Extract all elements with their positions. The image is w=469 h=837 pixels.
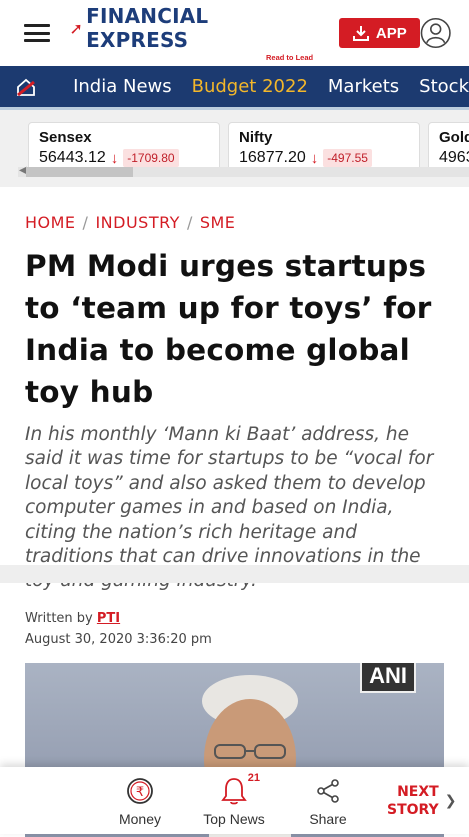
svg-text:₹: ₹: [136, 785, 144, 800]
breadcrumb-separator: /: [186, 213, 193, 232]
breadcrumb-industry[interactable]: INDUSTRY: [95, 213, 180, 232]
ticker-name: Sensex: [39, 129, 92, 146]
story-label: STORY: [387, 801, 439, 818]
site-header: ➚ FINANCIAL EXPRESS Read to Lead APP: [0, 0, 469, 66]
nav-item-markets[interactable]: Markets: [328, 76, 399, 97]
main-nav: India News Budget 2022 Markets Stock: [0, 66, 469, 110]
byline-prefix: Written by: [25, 611, 93, 626]
top-news-badge: 21: [247, 771, 260, 784]
page: ➚ FINANCIAL EXPRESS Read to Lead APP Ind…: [0, 0, 469, 837]
byline: Written by PTI: [25, 611, 120, 626]
market-ticker-strip: Sensex 56443.12 ↓ -1709.80 Nifty 16877.2…: [0, 110, 469, 187]
ticker-card-sensex[interactable]: Sensex 56443.12 ↓ -1709.80: [28, 122, 220, 172]
scrollbar-thumb[interactable]: [26, 167, 133, 177]
publish-date: August 30, 2020 3:36:20 pm: [25, 632, 212, 647]
app-download-button[interactable]: APP: [339, 18, 420, 48]
breadcrumb: HOME / INDUSTRY / SME: [0, 187, 469, 232]
article-headline: PM Modi urges startups to ‘team up for t…: [25, 249, 432, 409]
ticker-price: 4963: [439, 149, 469, 166]
app-button-label: APP: [375, 24, 407, 42]
money-label: Money: [118, 810, 162, 827]
logo-mark-icon: ➚: [69, 18, 84, 38]
nav-item-india-news[interactable]: India News: [73, 76, 172, 97]
section-divider: [0, 565, 469, 583]
down-arrow-icon: ↓: [110, 149, 119, 167]
logo-tagline: Read to Lead: [266, 53, 314, 62]
download-icon: [352, 26, 369, 41]
share-button[interactable]: Share: [281, 775, 375, 827]
ticker-card-gold[interactable]: Gold 4963: [428, 122, 469, 172]
share-icon: [317, 778, 339, 803]
ticker-change: -1709.80: [123, 149, 179, 167]
next-label: NEXT: [397, 783, 439, 800]
bell-icon: [221, 777, 247, 804]
breadcrumb-sme[interactable]: SME: [200, 213, 236, 232]
ticker-card-nifty[interactable]: Nifty 16877.20 ↓ -497.55: [228, 122, 420, 172]
rupee-icon: ₹: [127, 777, 153, 804]
share-label: Share: [309, 810, 347, 827]
nav-item-stock[interactable]: Stock: [419, 76, 469, 97]
user-account-icon[interactable]: [420, 17, 451, 49]
money-button[interactable]: ₹ Money: [93, 775, 187, 827]
ticker-name: Nifty: [239, 129, 273, 146]
chevron-right-icon: ❯: [444, 792, 457, 808]
ticker-price: 56443.12: [39, 149, 106, 166]
nav-item-budget-2022[interactable]: Budget 2022: [192, 76, 308, 97]
site-logo[interactable]: ➚ FINANCIAL EXPRESS Read to Lead: [70, 4, 314, 62]
breadcrumb-home[interactable]: HOME: [25, 213, 76, 232]
logo-text: FINANCIAL EXPRESS: [86, 4, 209, 52]
ticker-change: -497.55: [323, 149, 372, 167]
menu-icon[interactable]: [24, 24, 50, 42]
top-news-button[interactable]: 21 Top News: [187, 771, 281, 827]
author-link[interactable]: PTI: [97, 611, 120, 626]
ticker-scrollbar[interactable]: ◀: [18, 165, 469, 177]
bottom-action-bar: ₹ Money 21 Top News Share NEXT STORY ❯: [0, 767, 469, 834]
top-news-label: Top News: [203, 810, 265, 827]
ticker-name: Gold: [439, 129, 469, 146]
ticker-price: 16877.20: [239, 149, 306, 166]
breadcrumb-separator: /: [82, 213, 89, 232]
home-nav-icon[interactable]: [0, 76, 51, 98]
next-story-button[interactable]: NEXT STORY ❯: [387, 783, 456, 819]
down-arrow-icon: ↓: [310, 149, 319, 167]
image-watermark: ANI: [360, 663, 416, 693]
